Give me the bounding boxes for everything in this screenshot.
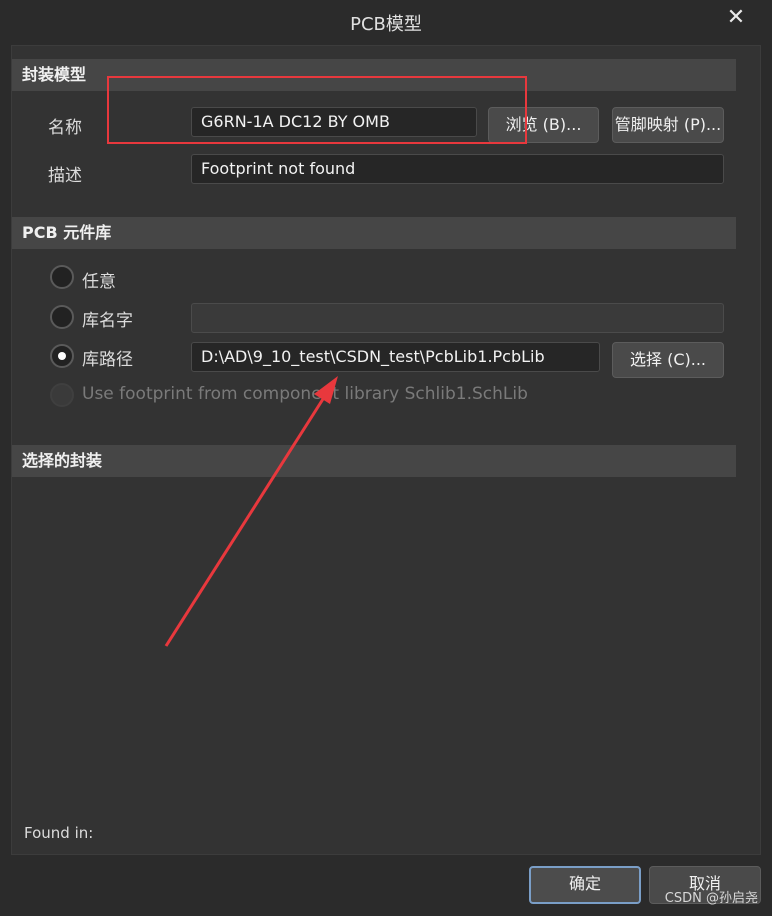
radio-library-name[interactable] xyxy=(50,305,74,329)
annotation-highlight-box xyxy=(107,76,527,144)
radio-use-component-library-label: Use footprint from component library Sch… xyxy=(82,384,528,404)
radio-any-label: 任意 xyxy=(82,272,116,292)
description-input[interactable]: Footprint not found xyxy=(191,154,724,184)
watermark-text: CSDN @孙启尧 xyxy=(664,891,758,906)
title-bar: PCB模型 ✕ xyxy=(0,0,772,44)
footprint-preview-area xyxy=(23,477,748,817)
window-title: PCB模型 xyxy=(350,14,422,35)
pcb-library-header: PCB 元件库 xyxy=(12,217,736,249)
radio-use-component-library xyxy=(50,383,74,407)
found-in-text: Found in: xyxy=(24,824,94,842)
selected-footprint-header: 选择的封装 xyxy=(12,445,736,477)
radio-library-path-label: 库路径 xyxy=(82,350,133,370)
library-name-input[interactable] xyxy=(191,303,724,333)
library-path-input[interactable]: D:\AD\9_10_test\CSDN_test\PcbLib1.PcbLib xyxy=(191,342,600,372)
radio-library-name-label: 库名字 xyxy=(82,311,133,331)
ok-button[interactable]: 确定 xyxy=(529,866,641,904)
description-label: 描述 xyxy=(48,166,82,186)
close-icon[interactable]: ✕ xyxy=(722,4,750,32)
choose-button[interactable]: 选择 (C)... xyxy=(612,342,724,378)
name-label: 名称 xyxy=(48,118,82,138)
pin-map-button[interactable]: 管脚映射 (P)... xyxy=(612,107,724,143)
radio-any[interactable] xyxy=(50,265,74,289)
radio-library-path[interactable] xyxy=(50,344,74,368)
